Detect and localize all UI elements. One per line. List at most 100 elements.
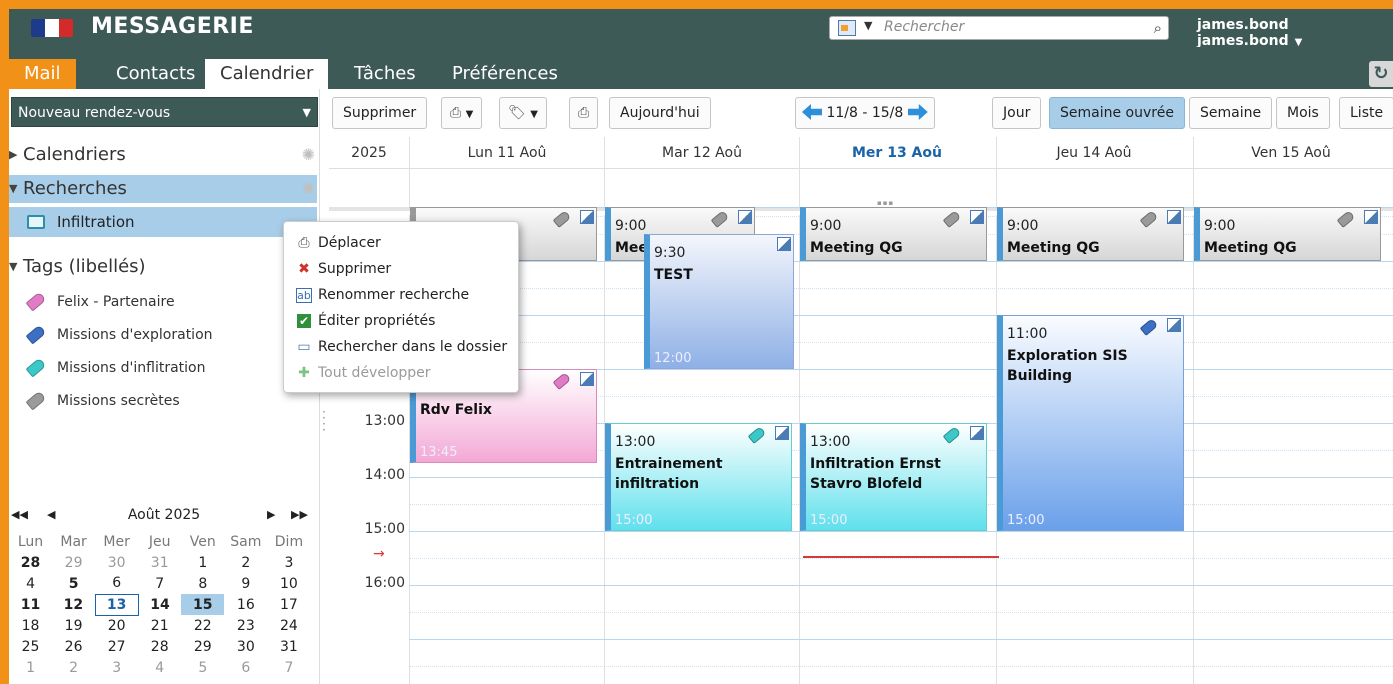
day-header[interactable]: Ven 15 Aoû — [1193, 137, 1388, 169]
calendar-event[interactable]: 9:00 Meeting QG — [997, 206, 1184, 261]
mini-calendar-day[interactable]: 4 — [138, 657, 181, 678]
mini-calendar-day[interactable]: 25 — [9, 636, 52, 657]
search-scope-dropdown[interactable]: ▼ — [864, 19, 872, 32]
mini-calendar-day[interactable]: 9 — [224, 573, 267, 594]
search-input[interactable]: Rechercher — [884, 19, 964, 35]
mini-calendar-day[interactable]: 6 — [224, 657, 267, 678]
view-list-button[interactable]: Liste — [1339, 97, 1393, 129]
print-button[interactable]: ⎙ — [569, 97, 599, 129]
tab-taches[interactable]: Tâches — [339, 59, 431, 89]
mini-calendar-day[interactable]: 11 — [9, 594, 52, 615]
previous-week-icon[interactable] — [802, 104, 822, 120]
mini-calendar-day[interactable]: 17 — [267, 594, 310, 615]
calendar-event[interactable]: 11:00 Exploration SIS Building 15:00 — [997, 314, 1184, 531]
day-header[interactable]: Lun 11 Aoû — [409, 137, 604, 169]
day-header[interactable]: Mar 12 Aoû — [604, 137, 799, 169]
mini-calendar-day[interactable]: 27 — [95, 636, 138, 657]
mini-calendar-day[interactable]: 21 — [138, 615, 181, 636]
menu-item[interactable]: ab Renommer recherche — [294, 282, 469, 308]
gear-icon[interactable]: ✺ — [302, 141, 315, 169]
mini-calendar-day[interactable]: 24 — [267, 615, 310, 636]
mini-calendar-day[interactable]: 20 — [95, 615, 138, 636]
mini-calendar-day[interactable]: 28 — [138, 636, 181, 657]
next-month-icon[interactable]: ▶ — [267, 505, 275, 525]
calendar-event[interactable]: 9:00 Meeting QG — [800, 206, 987, 261]
mini-calendar-day[interactable]: 1 — [181, 552, 224, 573]
mini-calendar-day[interactable]: 19 — [52, 615, 95, 636]
mini-calendar-day[interactable]: 31 — [138, 552, 181, 573]
view-month-button[interactable]: Mois — [1276, 97, 1330, 129]
delete-button[interactable]: Supprimer — [332, 97, 428, 129]
mini-calendar-day[interactable]: 5 — [52, 573, 95, 594]
mini-calendar-day[interactable]: 29 — [52, 552, 95, 573]
mini-calendar-day[interactable]: 22 — [181, 615, 224, 636]
mini-calendar-day[interactable]: 2 — [224, 552, 267, 573]
mini-calendar-day[interactable]: 1 — [9, 657, 52, 678]
section-tags[interactable]: ▼ Tags (libellés) — [9, 253, 317, 281]
all-day-cell[interactable] — [604, 169, 799, 211]
user-menu[interactable]: james.bond james.bond ▼ — [1197, 17, 1393, 49]
chevron-down-icon[interactable]: ▼ — [303, 98, 311, 128]
move-button[interactable]: ⎙ ▼ — [441, 97, 483, 129]
calendar-event[interactable]: 9:00 Meeting QG — [1194, 206, 1381, 261]
mini-calendar-day[interactable]: 3 — [267, 552, 310, 573]
tab-calendrier[interactable]: Calendrier — [205, 59, 329, 89]
mini-calendar-day[interactable]: 18 — [9, 615, 52, 636]
menu-item[interactable]: ▭ Rechercher dans le dossier — [294, 334, 507, 360]
all-day-cell[interactable] — [996, 169, 1191, 211]
mini-calendar-day[interactable]: 15 — [181, 594, 225, 615]
mini-calendar-day[interactable]: 3 — [95, 657, 138, 678]
mini-calendar-day[interactable]: 14 — [138, 594, 181, 615]
view-workweek-button[interactable]: Semaine ouvrée — [1049, 97, 1185, 129]
saved-search-infiltration[interactable]: Infiltration — [9, 207, 317, 237]
menu-item[interactable]: ✔ Éditer propriétés — [294, 308, 435, 334]
view-week-button[interactable]: Semaine — [1189, 97, 1273, 129]
gear-icon[interactable]: ✺ — [302, 175, 315, 203]
search-icon[interactable]: ⌕ — [1154, 19, 1162, 37]
collapse-icon[interactable]: ▼ — [9, 253, 23, 281]
day-header[interactable]: Mer 13 Aoû — [799, 137, 994, 169]
mini-calendar-day[interactable]: 10 — [267, 573, 310, 594]
mini-calendar-day[interactable]: 16 — [224, 594, 267, 615]
mini-calendar-day[interactable]: 7 — [138, 573, 181, 594]
tab-contacts[interactable]: Contacts — [101, 59, 210, 89]
all-day-cell[interactable] — [799, 169, 994, 211]
mini-calendar-day[interactable]: 29 — [181, 636, 224, 657]
day-header[interactable]: Jeu 14 Aoû — [996, 137, 1191, 169]
mini-calendar-day[interactable]: 31 — [267, 636, 310, 657]
next-year-icon[interactable]: ▶▶ — [291, 505, 308, 525]
all-day-cell[interactable] — [1193, 169, 1388, 211]
view-day-button[interactable]: Jour — [992, 97, 1042, 129]
expand-icon[interactable]: ▶ — [9, 141, 23, 169]
menu-item[interactable]: ✖ Supprimer — [294, 256, 391, 282]
tag-button[interactable]: 🏷 ▼ — [499, 97, 547, 129]
mini-calendar-day[interactable]: 12 — [52, 594, 95, 615]
search-box[interactable]: ▼ Rechercher ⌕ — [829, 16, 1169, 40]
next-week-icon[interactable] — [907, 104, 928, 120]
new-appointment-button[interactable]: Nouveau rendez-vous ▼ — [11, 97, 318, 127]
menu-item[interactable]: ⎙ Déplacer — [294, 230, 380, 256]
tab-mail[interactable]: Mail — [9, 59, 76, 89]
prev-month-icon[interactable]: ◀ — [47, 505, 55, 525]
mini-calendar-day[interactable]: 5 — [181, 657, 224, 678]
mini-calendar-day[interactable]: 30 — [95, 552, 138, 573]
mini-calendar-day[interactable]: 6 — [95, 573, 138, 594]
all-day-cell[interactable] — [409, 169, 604, 211]
mini-calendar-day[interactable]: 7 — [267, 657, 310, 678]
section-searches[interactable]: ▼ Recherches ✺ — [9, 175, 317, 203]
mini-calendar-day[interactable]: 8 — [181, 573, 224, 594]
section-calendars[interactable]: ▶ Calendriers ✺ — [9, 141, 317, 169]
mini-calendar-day[interactable]: 26 — [52, 636, 95, 657]
date-range-nav[interactable]: 11/8 - 15/8 — [795, 97, 935, 129]
mini-calendar-day[interactable]: 4 — [9, 573, 52, 594]
calendar-icon[interactable] — [838, 20, 856, 36]
tab-preferences[interactable]: Préférences — [437, 59, 573, 89]
mini-calendar-day[interactable]: 23 — [224, 615, 267, 636]
calendar-event[interactable]: 13:00 Entrainement infiltration 15:00 — [605, 422, 792, 531]
mini-calendar-day[interactable]: 13 — [94, 593, 139, 616]
refresh-icon[interactable]: ↻ — [1369, 61, 1393, 87]
prev-year-icon[interactable]: ◀◀ — [11, 505, 28, 525]
mini-calendar-day[interactable]: 28 — [9, 552, 52, 573]
today-button[interactable]: Aujourd'hui — [609, 97, 711, 129]
calendar-event[interactable]: 9:30 TEST 12:00 — [644, 233, 794, 369]
